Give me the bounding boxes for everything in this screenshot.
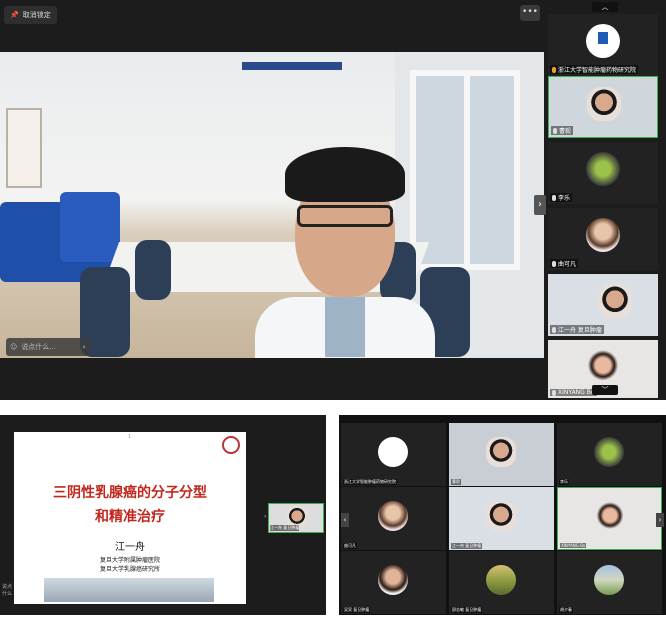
unlock-pin-button[interactable]: 📌 取消锁定	[4, 6, 57, 24]
active-speaker-video	[0, 52, 544, 358]
institution-logo-icon	[586, 24, 620, 58]
slide-title-line1: 三阴性乳腺癌的分子分型	[53, 485, 207, 501]
gallery-tile-active[interactable]: XINYANG Bo	[557, 487, 662, 550]
wall-art	[6, 108, 42, 188]
participant-name: 曲可凡	[558, 261, 577, 268]
participant-name: 曹毅	[451, 479, 461, 485]
collapse-chat-icon[interactable]: ‹	[78, 338, 90, 356]
sidebar-scroll-up-button[interactable]: ︿	[592, 2, 618, 12]
participant-name: 浙江大学智能肿瘤药物研究院	[343, 479, 397, 485]
university-seal-icon	[222, 436, 240, 454]
institution-logo-icon	[378, 437, 408, 467]
gallery-tile[interactable]: 胡夕春	[557, 551, 662, 614]
slide-title-line2: 和精准治疗	[95, 509, 165, 525]
glasses	[297, 205, 393, 227]
participant-video	[595, 502, 625, 532]
slide-page-number: 1	[128, 434, 132, 440]
chat-hint[interactable]: 说点什么	[2, 583, 14, 597]
participant-name: 李乐	[558, 195, 571, 202]
participant-video	[486, 437, 516, 467]
sidebar-toggle-arrow[interactable]: ›	[534, 195, 546, 215]
participant-name: 李乐	[559, 479, 569, 485]
emoji-icon[interactable]: ☺	[10, 338, 17, 356]
participant-video	[586, 350, 620, 384]
gallery-prev-arrow[interactable]: ‹	[341, 513, 349, 527]
pin-icon: 📌	[10, 11, 19, 19]
mic-icon	[552, 194, 556, 201]
participant-avatar	[378, 565, 408, 595]
gallery-tile[interactable]: 吴炅 复旦肿瘤	[341, 551, 446, 614]
mic-icon	[552, 389, 556, 396]
gallery-next-arrow[interactable]: ›	[656, 513, 664, 527]
mic-icon	[553, 127, 557, 134]
gallery-view: 浙江大学智能肿瘤药物研究院 曹毅 李乐 曲可凡 江一舟 复旦肿瘤 XINYANG…	[339, 415, 666, 615]
participant-avatar	[378, 501, 408, 531]
mic-icon	[552, 260, 556, 267]
gallery-tile[interactable]: 江一舟 复旦肿瘤	[449, 487, 554, 550]
gallery-tile[interactable]: 邵志敏 复旦肿瘤	[449, 551, 554, 614]
participant-tile[interactable]: 浙江大学智能肿瘤药物研究院	[548, 14, 658, 76]
main-meeting-window: 📌 取消锁定 ••• ☺ 说点什么... ‹ › ︿ 浙江大学智能肿瘤药物研究院	[0, 0, 666, 400]
participant-avatar	[586, 218, 620, 252]
participant-name: XINYANG Bo	[558, 389, 595, 396]
participant-avatar	[594, 565, 624, 595]
hospital-building-image	[44, 578, 214, 602]
participant-name: 浙江大学智能肿瘤药物研究院	[558, 67, 637, 74]
participant-name: 曲可凡	[343, 543, 357, 549]
slide-affiliation: 复旦大学乳腺癌研究所	[99, 566, 160, 573]
mic-icon	[552, 66, 556, 73]
participant-video	[587, 87, 621, 121]
participant-avatar	[486, 565, 516, 595]
chat-placeholder: 说点什么...	[21, 343, 56, 351]
more-options-button[interactable]: •••	[520, 5, 540, 21]
participant-avatar	[594, 437, 624, 467]
participant-avatar	[586, 152, 620, 186]
participant-name: XINYANG Bo	[560, 543, 587, 548]
participant-name: 曹毅	[559, 128, 572, 135]
expand-arrow-icon[interactable]: ›	[264, 513, 268, 523]
speaker-person	[255, 147, 435, 358]
mic-icon	[552, 326, 556, 333]
participant-tile[interactable]: 李乐	[548, 142, 658, 204]
unlock-label: 取消锁定	[22, 11, 51, 19]
participant-name: 江一舟 复旦肿瘤	[558, 327, 602, 334]
gallery-tile[interactable]: 曲可凡	[341, 487, 446, 550]
gallery-tile[interactable]: 曹毅	[449, 423, 554, 486]
slide-author: 江一舟	[115, 542, 145, 553]
presentation-slide: 1 三阴性乳腺癌的分子分型 和精准治疗 江一舟 复旦大学附属肿瘤医院 复旦大学乳…	[14, 432, 246, 604]
participant-tile[interactable]: 曹毅	[548, 76, 658, 138]
sidebar-scroll-down-button[interactable]: ﹀	[592, 385, 618, 395]
gallery-tile[interactable]: 浙江大学智能肿瘤药物研究院	[341, 423, 446, 486]
participant-tile[interactable]: 曲可凡	[548, 208, 658, 270]
participant-name: 邵志敏 复旦肿瘤	[451, 607, 483, 613]
participant-tile[interactable]: 江一舟 复旦肿瘤	[548, 274, 658, 336]
participant-name: 江一舟 复旦肿瘤	[451, 543, 483, 549]
presenter-name: 江一舟 复旦肿瘤	[270, 525, 300, 531]
participant-name: 胡夕春	[559, 607, 573, 613]
presenter-mini-video[interactable]: 江一舟 复旦肿瘤	[268, 503, 324, 533]
participant-video	[486, 501, 516, 531]
gallery-tile[interactable]: 李乐	[557, 423, 662, 486]
chat-input[interactable]: ☺ 说点什么... ‹	[6, 338, 90, 356]
participant-name: 吴炅 复旦肿瘤	[343, 607, 371, 613]
participant-video	[598, 284, 632, 318]
slide-affiliation: 复旦大学附属肿瘤医院	[99, 557, 160, 564]
